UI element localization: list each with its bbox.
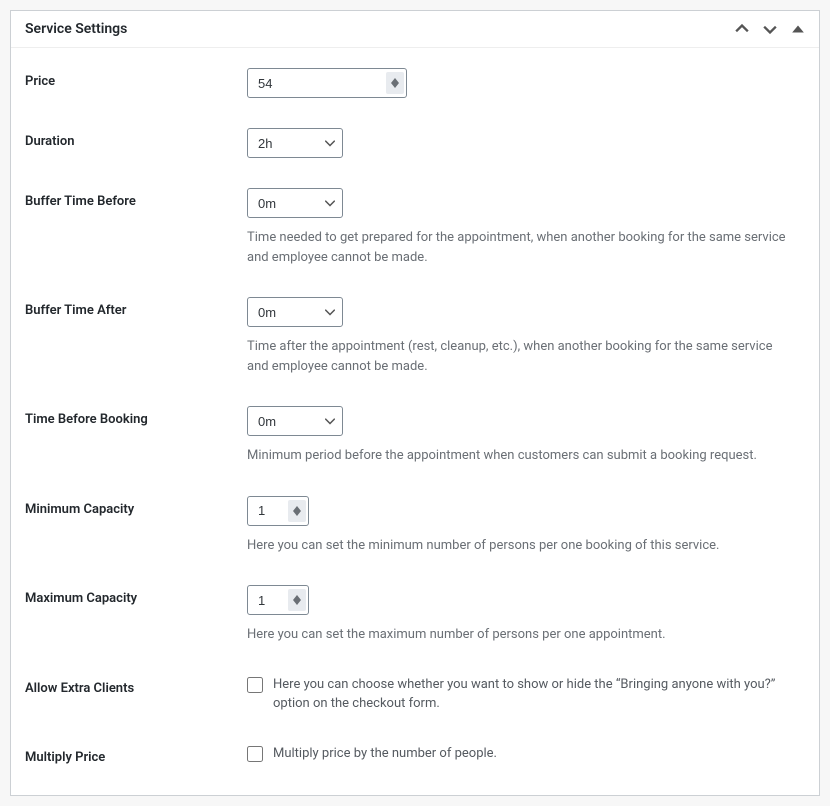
field-buffer-before: Buffer Time Before 0m Time needed to get… [25, 188, 805, 267]
max-capacity-label: Maximum Capacity [25, 585, 247, 606]
move-up-icon[interactable] [735, 22, 749, 36]
min-capacity-stepper[interactable] [288, 500, 306, 522]
min-capacity-label: Minimum Capacity [25, 496, 247, 517]
field-duration: Duration 2h [25, 128, 805, 158]
time-before-booking-help: Minimum period before the appointment wh… [247, 446, 797, 466]
price-input[interactable] [247, 68, 407, 98]
duration-select-wrap: 2h [247, 128, 343, 158]
service-settings-panel: Service Settings Price [10, 10, 820, 796]
buffer-before-select-wrap: 0m [247, 188, 343, 218]
buffer-after-help: Time after the appointment (rest, cleanu… [247, 337, 797, 376]
field-multiply-price: Multiply Price Multiply price by the num… [25, 744, 805, 765]
price-stepper[interactable] [386, 72, 404, 94]
allow-extra-help: Here you can choose whether you want to … [273, 675, 803, 714]
multiply-price-checkbox[interactable] [247, 746, 263, 762]
max-capacity-stepper[interactable] [288, 589, 306, 611]
buffer-before-select[interactable]: 0m [247, 188, 343, 218]
duration-label: Duration [25, 128, 247, 149]
max-capacity-help: Here you can set the maximum number of p… [247, 625, 797, 645]
time-before-booking-label: Time Before Booking [25, 406, 247, 427]
field-max-capacity: Maximum Capacity Here you can set the ma… [25, 585, 805, 645]
min-capacity-input-wrap [247, 496, 309, 526]
duration-select[interactable]: 2h [247, 128, 343, 158]
collapse-icon[interactable] [791, 22, 805, 36]
field-buffer-after: Buffer Time After 0m Time after the appo… [25, 297, 805, 376]
allow-extra-label: Allow Extra Clients [25, 675, 247, 696]
field-allow-extra: Allow Extra Clients Here you can choose … [25, 675, 805, 714]
buffer-after-select-wrap: 0m [247, 297, 343, 327]
buffer-before-help: Time needed to get prepared for the appo… [247, 228, 797, 267]
min-capacity-help: Here you can set the minimum number of p… [247, 536, 797, 556]
max-capacity-input-wrap [247, 585, 309, 615]
field-price: Price [25, 68, 805, 98]
multiply-price-help: Multiply price by the number of people. [273, 744, 497, 764]
panel-header: Service Settings [11, 11, 819, 48]
price-input-wrap [247, 68, 407, 98]
time-before-booking-select[interactable]: 0m [247, 406, 343, 436]
multiply-price-label: Multiply Price [25, 744, 247, 765]
allow-extra-checkbox-wrap: Here you can choose whether you want to … [247, 675, 805, 714]
allow-extra-checkbox[interactable] [247, 677, 263, 693]
buffer-after-label: Buffer Time After [25, 297, 247, 318]
move-down-icon[interactable] [763, 22, 777, 36]
buffer-after-select[interactable]: 0m [247, 297, 343, 327]
buffer-before-label: Buffer Time Before [25, 188, 247, 209]
field-time-before-booking: Time Before Booking 0m Minimum period be… [25, 406, 805, 466]
field-min-capacity: Minimum Capacity Here you can set the mi… [25, 496, 805, 556]
panel-title: Service Settings [25, 21, 127, 37]
price-label: Price [25, 68, 247, 89]
panel-controls [735, 22, 805, 36]
panel-body: Price Duration 2h [11, 48, 819, 795]
time-before-booking-select-wrap: 0m [247, 406, 343, 436]
multiply-price-checkbox-wrap: Multiply price by the number of people. [247, 744, 805, 764]
